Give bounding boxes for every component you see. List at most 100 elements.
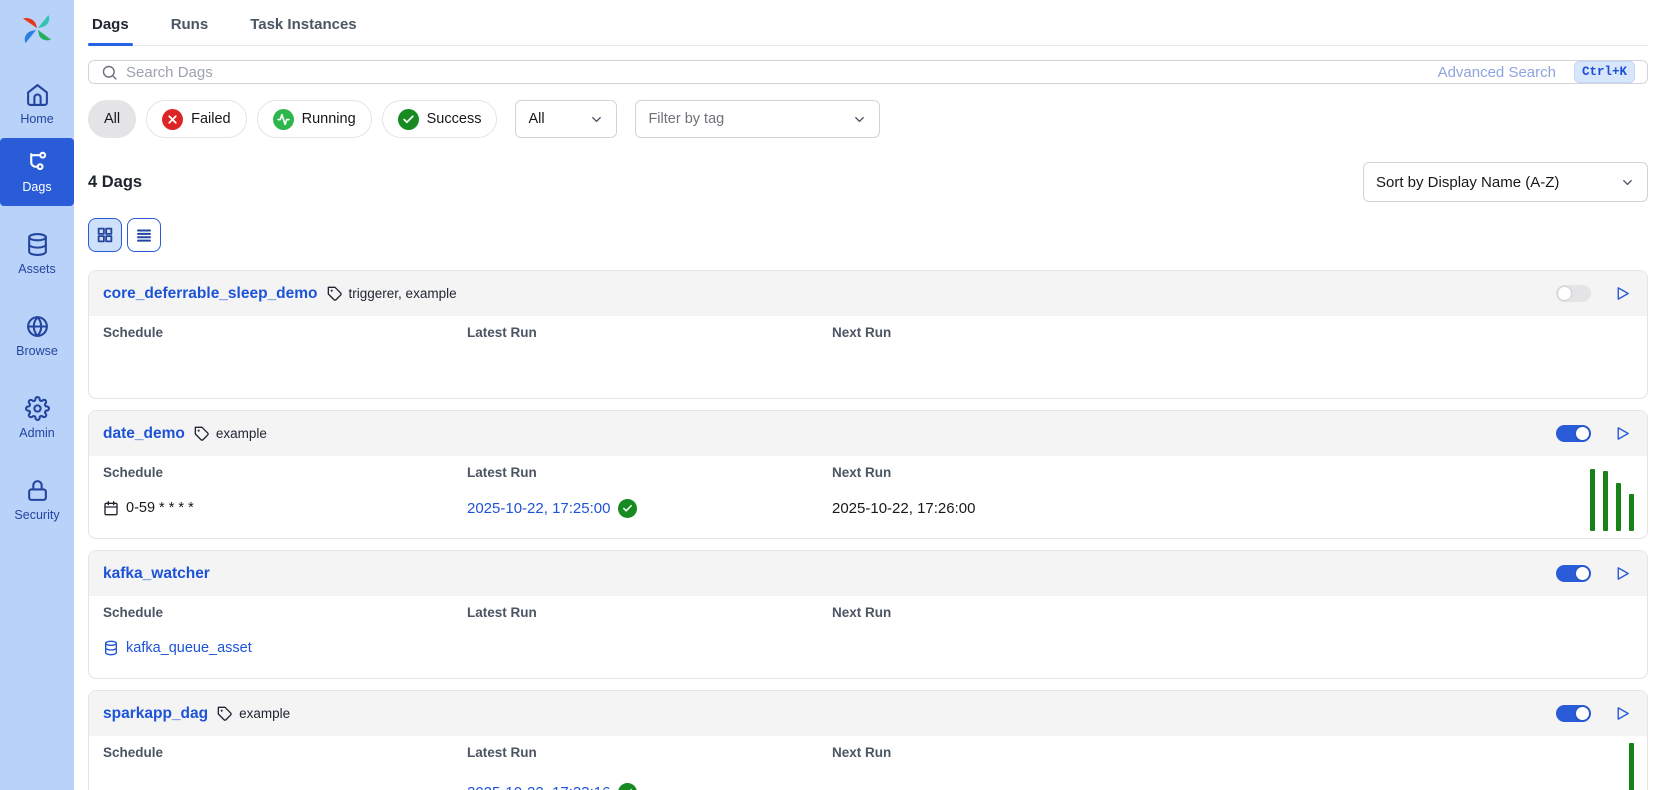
lock-icon <box>25 478 50 503</box>
dag-tags: triggerer, example <box>327 286 457 302</box>
tag-icon <box>194 426 210 442</box>
home-icon <box>25 82 50 107</box>
dag-card-body: Schedule Latest Run Next Run <box>89 316 1647 398</box>
dag-card: sparkapp_dag example Schedule <box>88 690 1648 790</box>
filter-chip-all[interactable]: All <box>88 100 136 138</box>
sort-value: Sort by Display Name (A-Z) <box>1376 174 1559 191</box>
toggle-knob <box>1558 287 1571 300</box>
latest-run-label: Latest Run <box>467 605 832 620</box>
dag-pause-toggle[interactable] <box>1556 425 1591 442</box>
latest-run-link[interactable]: 2025-10-22, 17:25:00 <box>467 500 610 517</box>
run-duration-bar[interactable] <box>1590 469 1595 531</box>
globe-icon <box>25 314 50 339</box>
dag-list: core_deferrable_sleep_demo triggerer, ex… <box>88 270 1648 790</box>
dag-next-run: 2025-10-22, 17:26:00 <box>832 500 1633 517</box>
sidebar-item-assets[interactable]: Assets <box>0 220 74 288</box>
tag-icon <box>217 706 233 722</box>
dag-card-body: Schedule Latest Run Next Run 2025-10-22,… <box>89 736 1647 790</box>
run-duration-bar[interactable] <box>1629 743 1634 790</box>
tab-dags[interactable]: Dags <box>88 16 133 45</box>
dag-name-link[interactable]: kafka_watcher <box>103 565 210 583</box>
schedule-label: Schedule <box>103 325 467 340</box>
next-run-label: Next Run <box>832 745 1633 760</box>
x-circle-icon <box>162 109 183 130</box>
latest-run-label: Latest Run <box>467 325 832 340</box>
trigger-dag-button[interactable] <box>1611 703 1633 725</box>
sidebar-item-dags[interactable]: Dags <box>0 138 74 206</box>
success-check-icon <box>618 783 637 790</box>
grid-icon <box>96 226 114 244</box>
sidebar-item-home[interactable]: Home <box>0 70 74 138</box>
dag-tag-text: example <box>239 706 290 721</box>
dag-latest-run: 2025-10-22, 17:25:00 <box>467 499 832 518</box>
trigger-dag-button[interactable] <box>1611 563 1633 585</box>
card-view-button[interactable] <box>88 218 122 252</box>
gear-icon <box>25 396 50 421</box>
sidebar-item-label: Browse <box>16 344 58 358</box>
dag-latest-run: 2025-10-22, 17:23:16 <box>467 783 832 790</box>
dag-pause-toggle[interactable] <box>1556 705 1591 722</box>
shortcut-badge: Ctrl+K <box>1574 61 1635 83</box>
sidebar-item-security[interactable]: Security <box>0 466 74 534</box>
dag-card-header: date_demo example <box>89 411 1647 456</box>
chevron-down-icon <box>852 112 867 127</box>
sidebar-item-browse[interactable]: Browse <box>0 302 74 370</box>
dag-schedule: 0-59 * * * * <box>103 500 467 516</box>
toggle-knob <box>1576 707 1589 720</box>
dag-card-body: Schedule Latest Run Next Run kafka_queue… <box>89 596 1647 678</box>
trigger-dag-button[interactable] <box>1611 283 1633 305</box>
dag-name-link[interactable]: sparkapp_dag <box>103 705 208 723</box>
dag-tags: example <box>217 706 290 722</box>
latest-run-link[interactable]: 2025-10-22, 17:23:16 <box>467 784 610 790</box>
schedule-label: Schedule <box>103 605 467 620</box>
dag-pause-toggle[interactable] <box>1556 565 1591 582</box>
schedule-label: Schedule <box>103 465 467 480</box>
trigger-dag-button[interactable] <box>1611 423 1633 445</box>
filter-chip-label: Running <box>302 111 356 127</box>
next-run-label: Next Run <box>832 605 1633 620</box>
toggle-knob <box>1576 567 1589 580</box>
sidebar-item-admin[interactable]: Admin <box>0 384 74 452</box>
next-run-label: Next Run <box>832 465 1633 480</box>
database-icon <box>25 232 50 257</box>
dag-name-link[interactable]: date_demo <box>103 425 185 443</box>
airflow-logo <box>16 8 58 50</box>
search-input[interactable] <box>126 64 1430 81</box>
activity-circle-icon <box>273 109 294 130</box>
filter-chip-running[interactable]: Running <box>257 100 372 138</box>
dag-tag-text: triggerer, example <box>349 286 457 301</box>
dag-pause-toggle[interactable] <box>1556 285 1591 302</box>
run-history-bars <box>1629 743 1634 790</box>
filter-chip-failed[interactable]: Failed <box>146 100 247 138</box>
chevron-down-icon <box>589 112 604 127</box>
search-icon <box>101 64 118 81</box>
paused-filter-select[interactable]: All <box>515 100 617 138</box>
dag-name-link[interactable]: core_deferrable_sleep_demo <box>103 285 318 303</box>
airflow-app: Home Dags Assets Browse Admin Security <box>0 0 1655 790</box>
database-icon <box>103 640 119 656</box>
dag-schedule-asset-link[interactable]: kafka_queue_asset <box>103 640 467 656</box>
tag-icon <box>327 286 343 302</box>
run-history-bars <box>1590 469 1634 531</box>
sort-select[interactable]: Sort by Display Name (A-Z) <box>1363 162 1648 202</box>
play-icon <box>1614 285 1631 302</box>
state-filter-row: All Failed Running Success <box>88 100 1648 138</box>
paused-filter-value: All <box>528 111 544 127</box>
tab-task-instances[interactable]: Task Instances <box>246 16 360 45</box>
tag-filter-select[interactable]: Filter by tag <box>635 100 880 138</box>
dag-card-body: Schedule Latest Run Next Run 0-59 * * * … <box>89 456 1647 538</box>
chevron-down-icon <box>1620 175 1635 190</box>
next-run-label: Next Run <box>832 325 1633 340</box>
run-duration-bar[interactable] <box>1616 483 1621 531</box>
dag-schedule-text: kafka_queue_asset <box>126 640 252 656</box>
sidebar-item-label: Admin <box>19 426 54 440</box>
tab-runs[interactable]: Runs <box>167 16 213 45</box>
advanced-search-link[interactable]: Advanced Search <box>1438 64 1556 81</box>
run-duration-bar[interactable] <box>1603 471 1608 531</box>
table-view-button[interactable] <box>127 218 161 252</box>
latest-run-label: Latest Run <box>467 465 832 480</box>
run-duration-bar[interactable] <box>1629 494 1634 531</box>
filter-chip-success[interactable]: Success <box>382 100 498 138</box>
dag-tag-text: example <box>216 426 267 441</box>
dag-card: kafka_watcher Schedule Latest Run Next R… <box>88 550 1648 679</box>
